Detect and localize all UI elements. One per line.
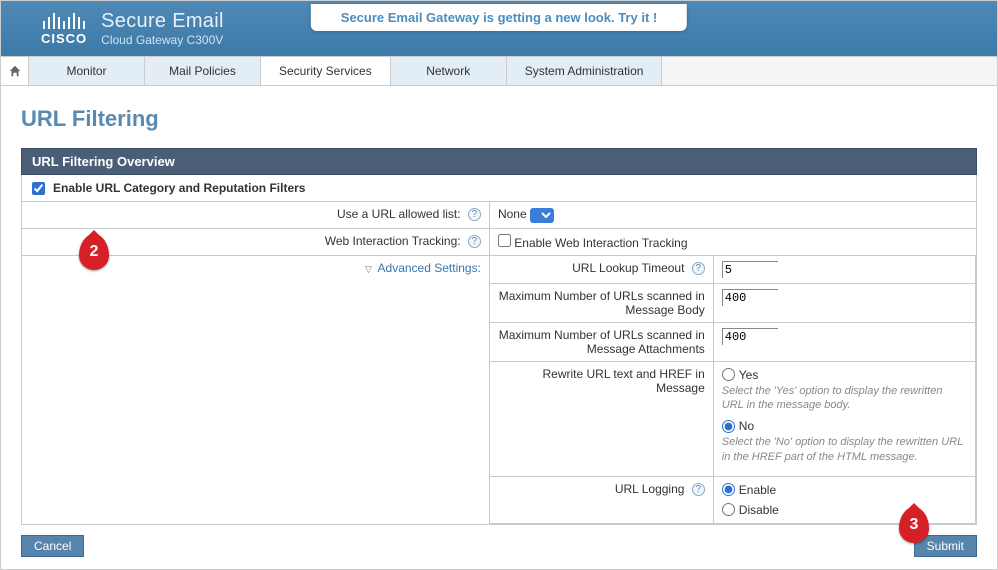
content-area: URL Filtering URL Filtering Overview Ena… <box>0 86 998 570</box>
max-attach-input[interactable] <box>722 328 778 345</box>
enable-url-filters-row: Enable URL Category and Reputation Filte… <box>21 175 977 202</box>
new-look-banner[interactable]: Secure Email Gateway is getting a new lo… <box>311 4 687 31</box>
overview-header: URL Filtering Overview <box>21 148 977 175</box>
nav-security-services[interactable]: Security Services <box>261 57 391 85</box>
help-icon[interactable]: ? <box>468 235 481 248</box>
product-model: Cloud Gateway C300V <box>101 33 224 47</box>
rewrite-no-label: No <box>739 419 754 433</box>
product-title: Secure Email <box>101 10 224 33</box>
rewrite-no-radio[interactable] <box>722 420 735 433</box>
nav-system-administration[interactable]: System Administration <box>507 57 663 85</box>
nav-network[interactable]: Network <box>391 57 507 85</box>
allowed-list-value: None <box>498 207 527 221</box>
rewrite-no-hint: Select the 'No' option to display the re… <box>722 435 967 465</box>
nav-mail-policies[interactable]: Mail Policies <box>145 57 261 85</box>
web-tracking-checkbox[interactable] <box>498 234 511 247</box>
logging-enable-label: Enable <box>739 483 776 497</box>
lookup-timeout-input[interactable] <box>722 261 778 278</box>
lookup-timeout-label: URL Lookup Timeout <box>572 261 684 275</box>
allowed-list-select[interactable] <box>530 208 554 223</box>
rewrite-yes-hint: Select the 'Yes' option to display the r… <box>722 384 967 414</box>
rewrite-yes-label: Yes <box>739 368 759 382</box>
nav-monitor[interactable]: Monitor <box>29 57 145 85</box>
page-title: URL Filtering <box>21 106 977 132</box>
annotation-callout-3: 3 <box>899 507 929 543</box>
cisco-logo-text: CISCO <box>41 31 87 46</box>
web-tracking-checkbox-label: Enable Web Interaction Tracking <box>514 236 687 250</box>
max-attach-label: Maximum Number of URLs scanned in Messag… <box>490 322 713 361</box>
help-icon[interactable]: ? <box>692 483 705 496</box>
allowed-list-label: Use a URL allowed list: <box>337 207 461 221</box>
enable-url-filters-checkbox[interactable] <box>32 182 45 195</box>
nav-home-icon[interactable] <box>1 57 29 85</box>
logging-enable-radio[interactable] <box>722 483 735 496</box>
cisco-logo: CISCO <box>41 11 87 46</box>
max-body-label: Maximum Number of URLs scanned in Messag… <box>490 283 713 322</box>
main-nav: Monitor Mail Policies Security Services … <box>0 56 998 86</box>
annotation-callout-2: 2 <box>79 234 109 270</box>
url-logging-label: URL Logging <box>615 482 685 496</box>
cancel-button[interactable]: Cancel <box>21 535 84 557</box>
rewrite-yes-radio[interactable] <box>722 368 735 381</box>
enable-url-filters-label: Enable URL Category and Reputation Filte… <box>53 181 305 195</box>
logging-disable-label: Disable <box>739 503 779 517</box>
help-icon[interactable]: ? <box>468 208 481 221</box>
rewrite-label: Rewrite URL text and HREF in Message <box>490 361 713 476</box>
chevron-down-icon[interactable]: ▽ <box>365 264 372 274</box>
advanced-settings-toggle[interactable]: Advanced Settings: <box>378 261 481 275</box>
max-body-input[interactable] <box>722 289 778 306</box>
logging-disable-radio[interactable] <box>722 503 735 516</box>
help-icon[interactable]: ? <box>692 262 705 275</box>
web-tracking-label: Web Interaction Tracking: <box>325 234 461 248</box>
